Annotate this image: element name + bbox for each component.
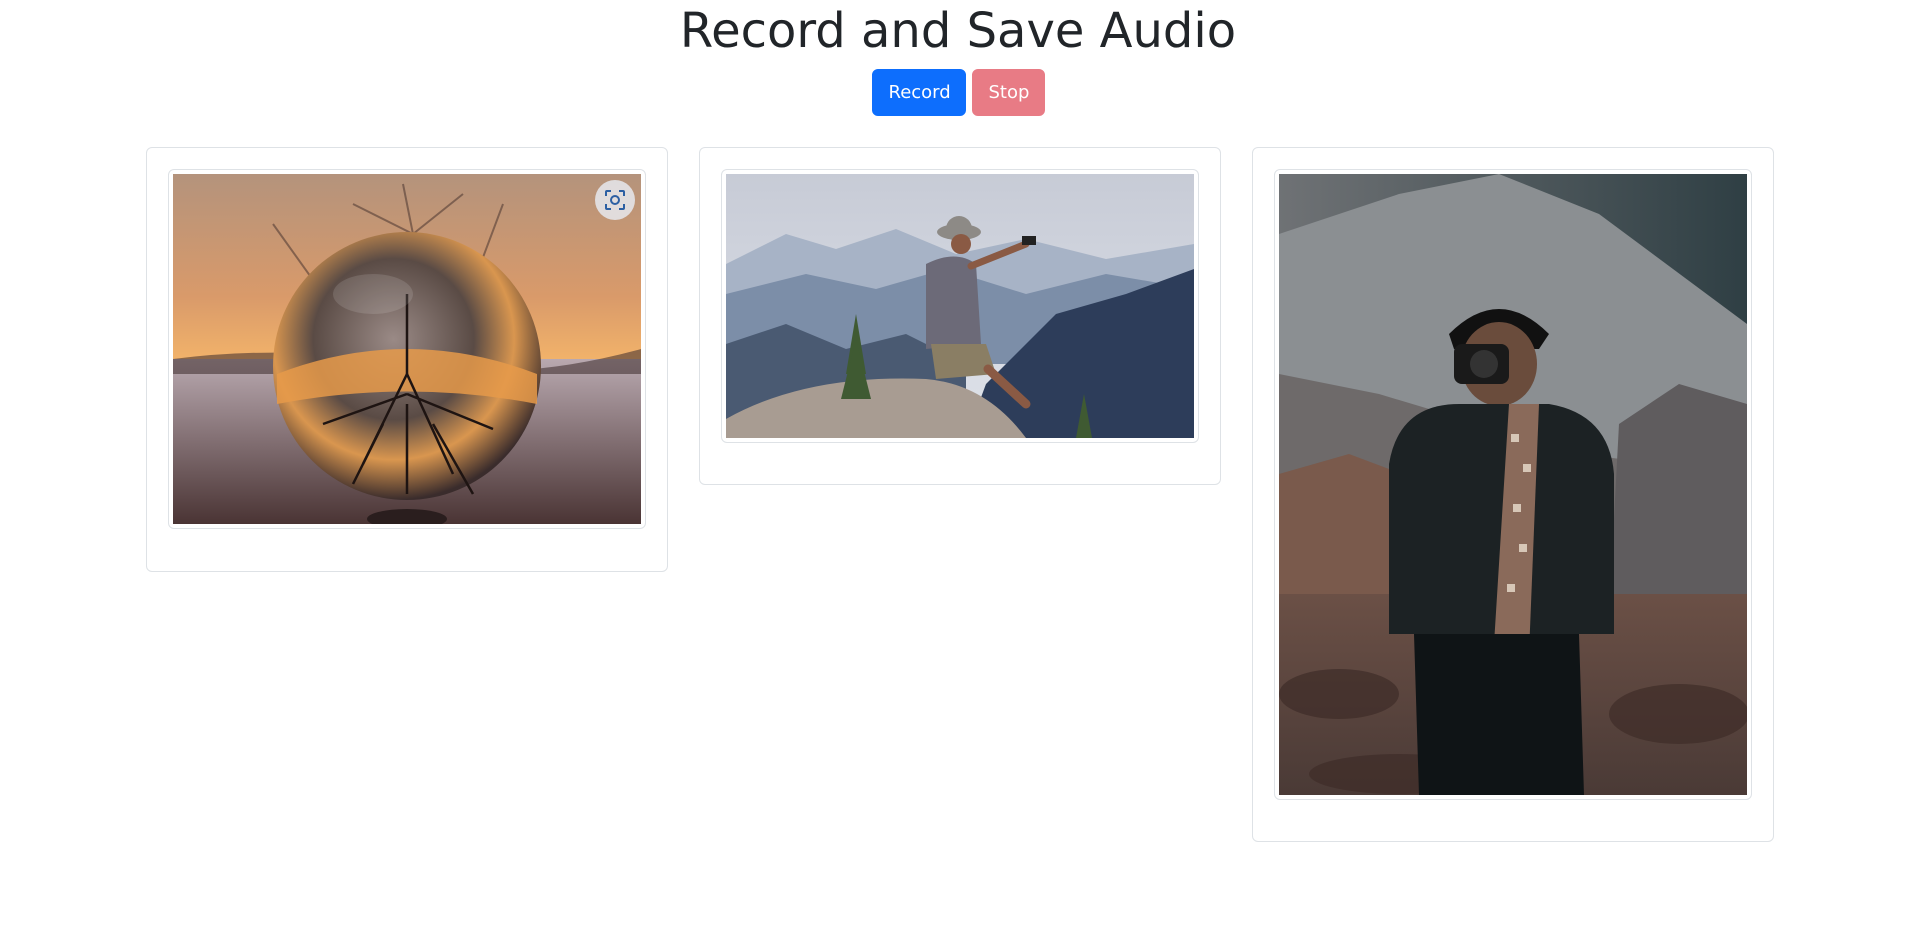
image-thumbnail[interactable] <box>721 169 1199 443</box>
page-title: Record and Save Audio <box>679 3 1237 59</box>
image-card <box>1252 147 1774 842</box>
visual-search-icon[interactable] <box>595 180 635 220</box>
record-button[interactable]: Record <box>871 69 966 116</box>
stop-button[interactable]: Stop <box>971 69 1045 116</box>
photographer-photo <box>1279 174 1747 795</box>
crystal-ball-photo <box>173 174 641 524</box>
recorder-controls: Record Stop <box>0 69 1916 116</box>
hiker-photo <box>726 174 1194 438</box>
image-thumbnail[interactable] <box>1274 169 1752 800</box>
image-thumbnail[interactable] <box>168 169 646 529</box>
image-card <box>699 147 1221 485</box>
image-card <box>146 147 668 572</box>
